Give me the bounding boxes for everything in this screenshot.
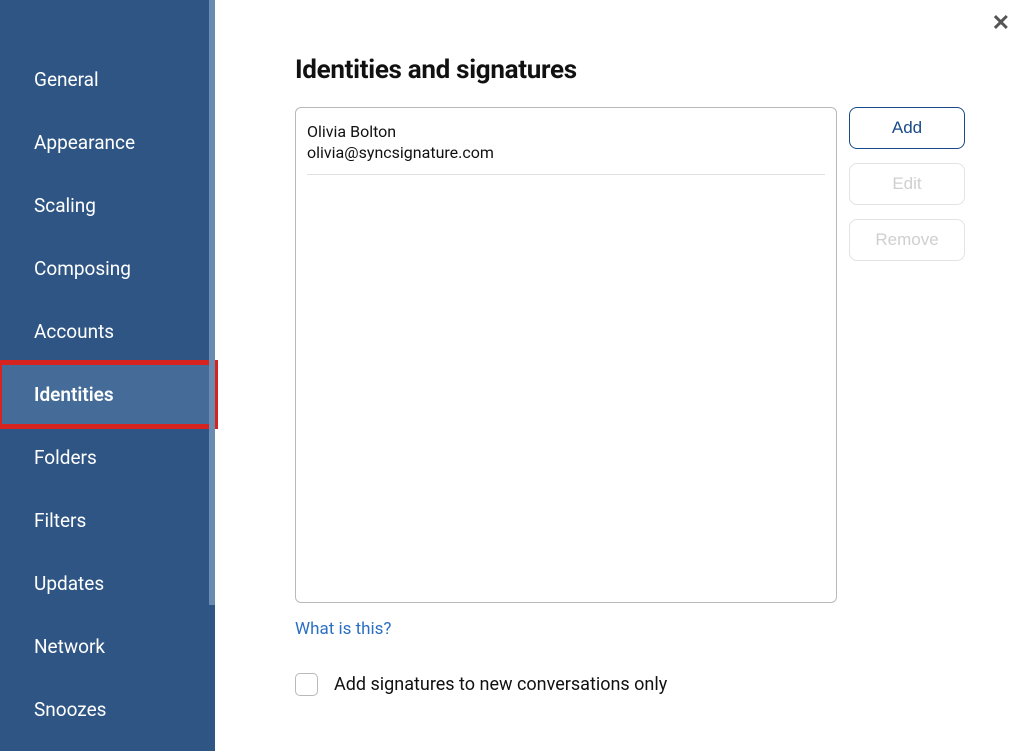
sidebar-item-label: General [34,68,99,91]
sidebar-item-general[interactable]: General [0,48,215,111]
sidebar-item-label: Accounts [34,320,114,343]
identity-email: olivia@syncsignature.com [307,143,825,164]
sidebar-item-appearance[interactable]: Appearance [0,111,215,174]
identity-buttons: Add Edit Remove [849,107,965,603]
sidebar-item-label: Folders [34,446,97,469]
sidebar-item-updates[interactable]: Updates [0,552,215,615]
sidebar-item-snoozes[interactable]: Snoozes [0,678,215,741]
sidebar-item-label: Identities [34,383,114,406]
sidebar-item-folders[interactable]: Folders [0,426,215,489]
sidebar-item-label: Filters [34,509,86,532]
add-button[interactable]: Add [849,107,965,149]
settings-content: ✕ Identities and signatures Olivia Bolto… [215,0,1024,751]
identity-list[interactable]: Olivia Bolton olivia@syncsignature.com [295,107,837,603]
remove-button: Remove [849,219,965,261]
checkbox-label: Add signatures to new conversations only [334,674,667,695]
sidebar-item-label: Appearance [34,131,135,154]
identity-list-item[interactable]: Olivia Bolton olivia@syncsignature.com [307,118,825,175]
page-title: Identities and signatures [295,55,984,85]
sidebar-item-filters[interactable]: Filters [0,489,215,552]
sidebar-item-scaling[interactable]: Scaling [0,174,215,237]
sidebar-item-network[interactable]: Network [0,615,215,678]
sidebar-item-composing[interactable]: Composing [0,237,215,300]
sidebar-item-label: Composing [34,257,131,280]
close-icon[interactable]: ✕ [992,12,1010,34]
settings-sidebar: General Appearance Scaling Composing Acc… [0,0,215,751]
sidebar-item-label: Updates [34,572,104,595]
sidebar-item-accounts[interactable]: Accounts [0,300,215,363]
edit-button: Edit [849,163,965,205]
sidebar-item-label: Snoozes [34,698,106,721]
sidebar-item-label: Scaling [34,194,96,217]
help-link[interactable]: What is this? [295,619,391,639]
signatures-new-only-checkbox[interactable] [295,673,318,696]
sidebar-item-label: Network [34,635,105,658]
sidebar-item-identities[interactable]: Identities [0,363,215,426]
identity-name: Olivia Bolton [307,122,825,143]
